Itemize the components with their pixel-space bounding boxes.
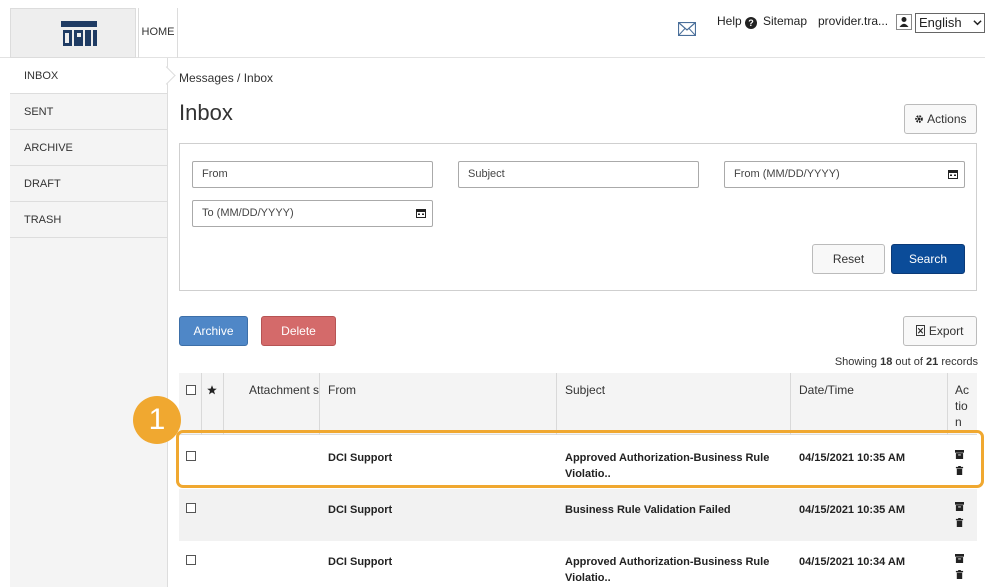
page-title: Inbox	[179, 100, 233, 125]
language-value: English	[919, 15, 962, 30]
showing-total: 21	[926, 356, 939, 368]
sidebar-item-trash[interactable]: TRASH	[10, 202, 167, 238]
help-link[interactable]: Help ?	[717, 14, 758, 29]
archive-icon[interactable]	[955, 554, 964, 563]
to-date-field[interactable]: To (MM/DD/YYYY)	[192, 200, 433, 227]
app-header: HOME Help ? Sitemap provider.tra... Engl…	[0, 0, 985, 58]
trash-icon[interactable]	[955, 518, 964, 527]
select-all-checkbox[interactable]	[186, 385, 196, 395]
help-label: Help	[717, 14, 742, 28]
row-checkbox[interactable]	[186, 555, 196, 565]
calendar-icon[interactable]	[416, 208, 426, 218]
delete-button[interactable]: Delete	[261, 316, 336, 346]
row-datetime: 04/15/2021 10:34 AM	[799, 556, 905, 568]
column-divider	[947, 373, 948, 435]
from-placeholder: From	[202, 168, 228, 180]
gear-icon	[915, 115, 924, 123]
actions-button[interactable]: Actions	[904, 104, 977, 134]
from-field[interactable]: From	[192, 161, 433, 188]
row-subject[interactable]: Approved Authorization-Business Rule Vio…	[565, 554, 785, 586]
sidebar-item-label: TRASH	[24, 214, 62, 226]
sidebar-item-draft[interactable]: DRAFT	[10, 166, 167, 202]
reset-button[interactable]: Reset	[812, 244, 885, 274]
sidebar-item-label: INBOX	[24, 70, 59, 82]
column-divider	[319, 373, 320, 435]
sidebar-item-sent[interactable]: SENT	[10, 94, 167, 130]
sidebar-item-inbox[interactable]: INBOX	[10, 58, 167, 94]
col-header-attachments[interactable]: Attachment s	[249, 382, 321, 398]
user-menu[interactable]: provider.tra...	[818, 14, 888, 28]
row-datetime: 04/15/2021 10:35 AM	[799, 504, 905, 516]
archive-button[interactable]: Archive	[179, 316, 248, 346]
actions-label: Actions	[927, 112, 967, 126]
star-icon[interactable]	[207, 385, 217, 395]
row-from: DCI Support	[328, 504, 393, 516]
col-header-from[interactable]: From	[328, 382, 356, 398]
column-divider	[201, 373, 202, 435]
search-button[interactable]: Search	[891, 244, 965, 274]
user-icon	[899, 17, 909, 27]
table-row[interactable]: DCI Support Approved Authorization-Busin…	[179, 541, 977, 587]
table-header: Attachment s From Subject Date/Time Ac t…	[179, 373, 977, 435]
sidebar-item-label: ARCHIVE	[24, 142, 73, 154]
sitemap-link[interactable]: Sitemap	[763, 14, 807, 28]
showing-prefix: Showing	[834, 356, 878, 368]
showing-mid: out of	[895, 356, 923, 368]
chevron-down-icon	[973, 20, 982, 26]
mail-icon[interactable]	[678, 22, 696, 36]
subject-field[interactable]: Subject	[458, 161, 699, 188]
showing-count: 18	[880, 356, 893, 368]
home-link[interactable]: HOME	[138, 8, 178, 58]
sidebar: INBOX SENT ARCHIVE DRAFT TRASH	[10, 58, 168, 587]
user-icon-button[interactable]	[896, 14, 912, 30]
sidebar-item-archive[interactable]: ARCHIVE	[10, 130, 167, 166]
row-checkbox[interactable]	[186, 503, 196, 513]
language-select[interactable]: English	[915, 13, 985, 33]
export-button[interactable]: Export	[903, 316, 977, 346]
calendar-icon[interactable]	[948, 169, 958, 179]
sidebar-item-label: SENT	[24, 106, 54, 118]
from-date-field[interactable]: From (MM/DD/YYYY)	[724, 161, 965, 188]
col-header-datetime[interactable]: Date/Time	[799, 382, 854, 398]
records-count: Showing 18 out of 21 records	[835, 356, 978, 368]
from-date-placeholder: From (MM/DD/YYYY)	[734, 168, 840, 180]
row-from: DCI Support	[328, 556, 393, 568]
table-row[interactable]: DCI Support Business Rule Validation Fai…	[179, 489, 977, 541]
subject-placeholder: Subject	[468, 168, 505, 180]
column-divider	[556, 373, 557, 435]
to-date-placeholder: To (MM/DD/YYYY)	[202, 207, 294, 219]
row-highlight-annotation	[176, 430, 984, 488]
step-badge: 1	[133, 396, 181, 444]
dci-logo-icon	[61, 21, 97, 46]
help-icon: ?	[745, 17, 758, 29]
sidebar-item-label: DRAFT	[24, 178, 61, 190]
archive-icon[interactable]	[955, 502, 964, 511]
column-divider	[223, 373, 224, 435]
export-label: Export	[928, 324, 964, 338]
row-subject[interactable]: Business Rule Validation Failed	[565, 502, 785, 518]
breadcrumb: Messages / Inbox	[179, 71, 274, 85]
showing-suffix: records	[941, 356, 978, 368]
trash-icon[interactable]	[955, 570, 964, 579]
logo-area[interactable]	[10, 8, 136, 58]
column-divider	[790, 373, 791, 435]
excel-icon	[916, 325, 926, 336]
col-header-subject[interactable]: Subject	[565, 382, 605, 398]
col-header-action: Ac tio n	[955, 383, 970, 429]
